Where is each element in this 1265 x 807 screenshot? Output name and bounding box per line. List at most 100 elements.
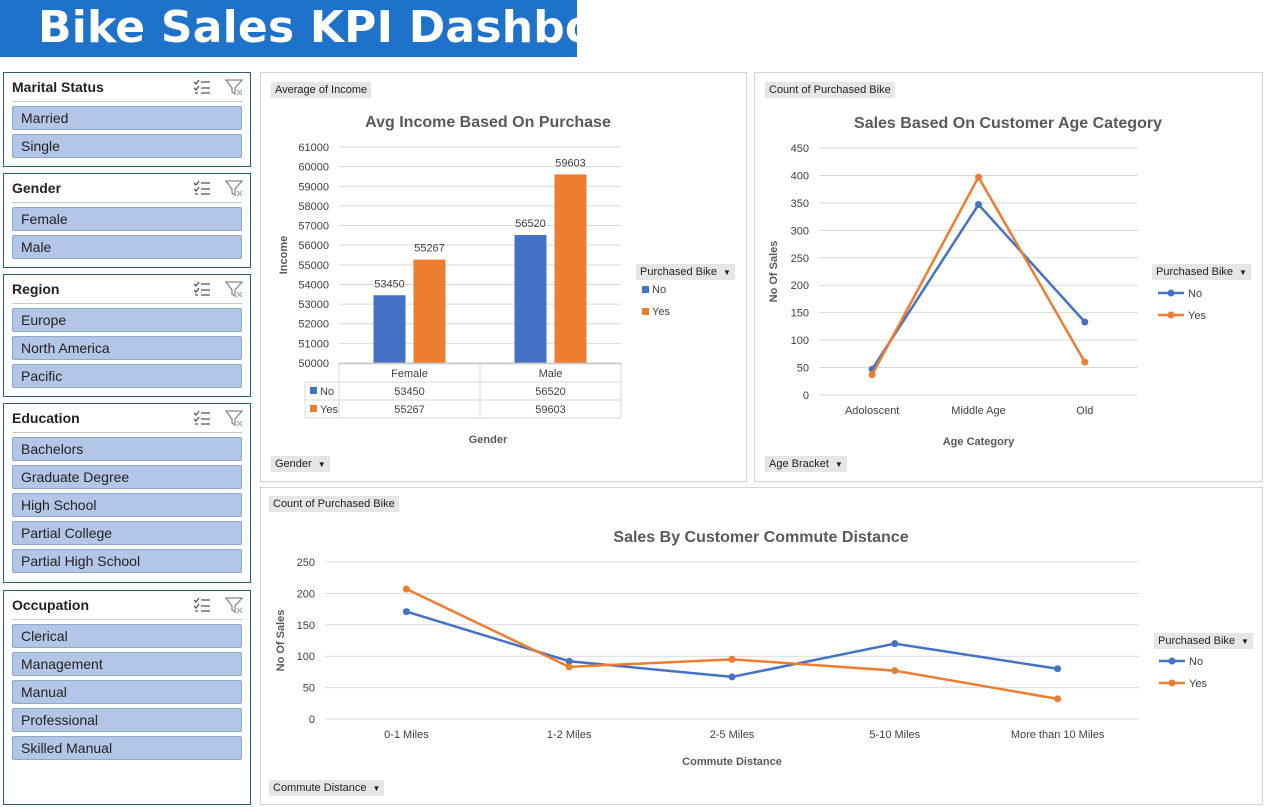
y-tick-label: 200 (791, 280, 809, 292)
bar-no (373, 295, 406, 363)
x-tick-label: Old (1076, 405, 1093, 417)
y-tick-label: 200 (297, 588, 315, 600)
multi-select-icon[interactable] (192, 178, 212, 198)
data-point-yes (728, 655, 736, 663)
gender-slicer: Gender Female Male (3, 173, 251, 268)
legend-label: Yes (1188, 310, 1206, 322)
data-point-yes (402, 585, 410, 593)
slicer-item[interactable]: Manual (12, 680, 242, 704)
legend-marker-no (1168, 657, 1176, 665)
slicer-title: Region (12, 281, 60, 297)
slicer-item[interactable]: Professional (12, 708, 242, 732)
clear-filter-icon[interactable] (224, 77, 244, 97)
education-slicer: Education Bachelors Graduate Degree High Sc… (3, 403, 251, 583)
slicer-item[interactable]: Europe (12, 308, 242, 332)
marital-status-slicer: Marital Status Married Single (3, 72, 251, 167)
y-tick-label: 150 (791, 308, 809, 320)
x-tick-label: Adoloscent (845, 405, 899, 417)
slicer-title: Marital Status (12, 79, 104, 95)
data-point-no (975, 201, 982, 209)
y-tick-label: 0 (309, 714, 315, 726)
y-tick-label: 400 (791, 170, 809, 182)
slicer-item[interactable]: Single (12, 134, 242, 158)
table-cell: 59603 (535, 404, 566, 416)
y-tick-label: 51000 (298, 338, 329, 350)
slicer-item[interactable]: Female (12, 207, 242, 231)
legend-marker-yes (1167, 311, 1175, 319)
table-category-label: Female (391, 368, 428, 380)
multi-select-icon[interactable] (192, 279, 212, 299)
y-tick-label: 100 (297, 651, 315, 663)
y-tick-label: 55000 (298, 260, 329, 272)
clear-filter-icon[interactable] (224, 178, 244, 198)
multi-select-icon[interactable] (192, 408, 212, 428)
data-point-no (402, 608, 410, 616)
y-tick-label: 100 (791, 335, 809, 347)
y-tick-label: 60000 (298, 162, 329, 174)
slicer-title: Education (12, 410, 80, 426)
chart-title: Sales Based On Customer Age Category (854, 115, 1162, 132)
data-point-no (728, 673, 736, 681)
bar-yes (554, 174, 587, 363)
income-chart-panel: Average of Income Gender ▼ Purchased Bike… (260, 72, 747, 482)
slicer-header: Gender (12, 174, 244, 203)
y-tick-label: 61000 (298, 142, 329, 154)
y-tick-label: 150 (297, 620, 315, 632)
series-line-no (871, 202, 1086, 370)
slicer-item[interactable]: Management (12, 652, 242, 676)
x-axis-title: Age Category (943, 436, 1015, 448)
slicer-item[interactable]: Bachelors (12, 437, 242, 461)
income-bar-chart: Avg Income Based On Purchase 50000 51000 52… (278, 114, 670, 446)
y-axis-title: No Of Sales (768, 241, 780, 303)
slicer-item[interactable]: High School (12, 493, 242, 517)
multi-select-icon[interactable] (192, 595, 212, 615)
x-tick-label: More than 10 Miles (1011, 729, 1105, 741)
slicer-items: Bachelors Graduate Degree High School Parti… (4, 433, 250, 573)
slicer-items: Married Single (4, 102, 250, 158)
y-tick-label: 250 (297, 557, 315, 569)
y-tick-label: 250 (791, 253, 809, 265)
legend-key-no (310, 387, 317, 394)
data-label: 55267 (414, 243, 445, 255)
slicer-item[interactable]: Married (12, 106, 242, 130)
slicer-item[interactable]: Male (12, 235, 242, 259)
age-line-chart: Sales Based On Customer Age Category 0 50 1… (768, 115, 1206, 448)
slicer-header: Marital Status (12, 73, 244, 102)
slicer-item[interactable]: Pacific (12, 364, 242, 388)
legend-label: Yes (652, 306, 670, 318)
x-tick-label: 2-5 Miles (710, 729, 755, 741)
chart-title: Avg Income Based On Purchase (365, 114, 611, 131)
legend-marker-no (1167, 289, 1175, 297)
slicer-item[interactable]: Skilled Manual (12, 736, 242, 760)
y-tick-label: 450 (791, 143, 809, 155)
dashboard-title: Bike Sales KPI Dashboard (38, 2, 679, 53)
y-tick-label: 53000 (298, 299, 329, 311)
table-category-label: Male (539, 368, 563, 380)
data-point-no (1081, 318, 1089, 326)
data-point-yes (975, 173, 982, 181)
y-tick-label: 57000 (298, 221, 329, 233)
table-cell: 53450 (394, 386, 425, 398)
data-point-no (891, 640, 899, 648)
slicer-item[interactable]: Clerical (12, 624, 242, 648)
y-tick-label: 56000 (298, 240, 329, 252)
dashboard-title-bar: Bike Sales KPI Dashboard (0, 0, 679, 57)
data-point-yes (565, 663, 573, 671)
multi-select-icon[interactable] (192, 77, 212, 97)
y-axis-title: No Of Sales (275, 610, 287, 672)
clear-filter-icon[interactable] (224, 279, 244, 299)
x-tick-label: 0-1 Miles (384, 729, 429, 741)
slicer-item[interactable]: Partial College (12, 521, 242, 545)
table-series-label: No (320, 386, 334, 398)
slicer-title: Gender (12, 180, 62, 196)
series-line-no (406, 610, 1058, 679)
slicer-item[interactable]: North America (12, 336, 242, 360)
slicer-header: Education (12, 404, 244, 433)
data-point-yes (1054, 695, 1062, 703)
x-tick-label: 1-2 Miles (547, 729, 592, 741)
clear-filter-icon[interactable] (224, 595, 244, 615)
chart-title: Sales By Customer Commute Distance (613, 529, 908, 546)
clear-filter-icon[interactable] (224, 408, 244, 428)
slicer-item[interactable]: Graduate Degree (12, 465, 242, 489)
slicer-item[interactable]: Partial High School (12, 549, 242, 573)
